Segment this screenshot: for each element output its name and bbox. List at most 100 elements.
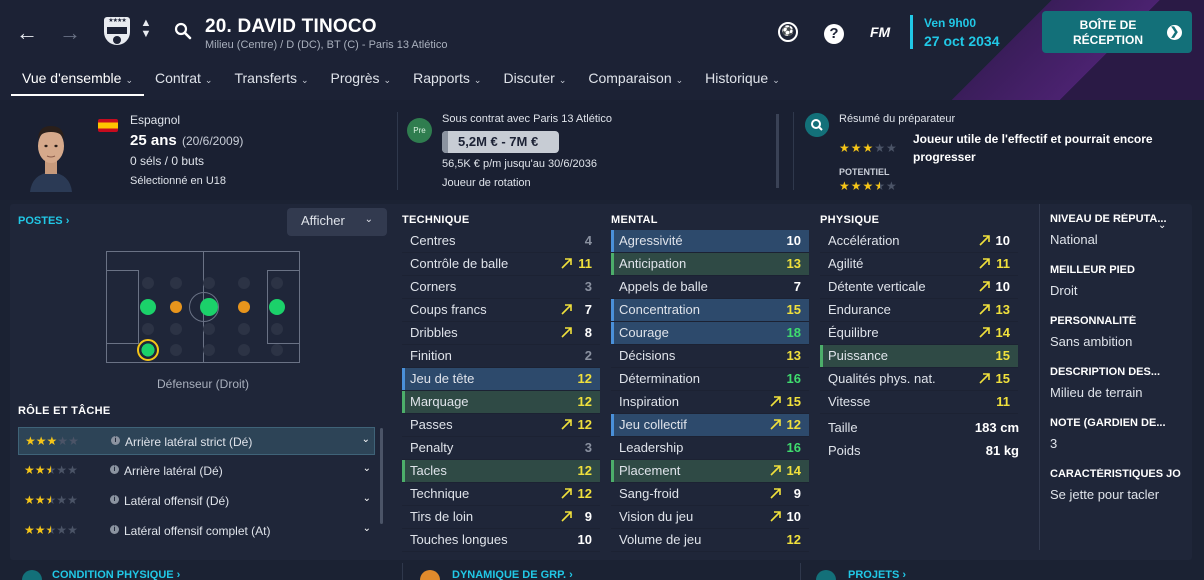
attribute-value: 14 <box>786 463 801 478</box>
tab-discuss[interactable]: Discuter ⌄ <box>492 66 577 96</box>
info-icon[interactable]: i <box>110 465 119 474</box>
attribute-row[interactable]: Contrôle de balle 11 <box>402 253 600 276</box>
contract-club: Sous contrat avec Paris 13 Atlético <box>442 113 612 125</box>
chevron-down-icon: ⌄ <box>558 75 567 85</box>
show-dropdown[interactable]: Afficher ⌄ <box>287 208 387 236</box>
attribute-value: 12 <box>577 486 592 501</box>
tab-progress[interactable]: Progrès ⌄ <box>320 66 403 96</box>
player-avatar[interactable] <box>26 116 76 192</box>
attribute-row[interactable]: Finition 2 <box>402 345 600 368</box>
attribute-row[interactable]: Détermination 16 <box>611 368 809 391</box>
tab-label: Progrès <box>330 70 380 86</box>
tab-reports[interactable]: Rapports ⌄ <box>402 66 492 96</box>
trend-arrow-icon <box>979 235 990 246</box>
attribute-row[interactable]: Touches longues 10 <box>402 529 600 552</box>
attribute-row[interactable]: Détente verticale 10 <box>820 276 1018 299</box>
trend-arrow-icon <box>770 396 781 407</box>
dynamics-link[interactable]: DYNAMIQUE DE GRP. › <box>452 569 573 580</box>
chevron-down-icon[interactable]: ⌄ <box>363 463 371 474</box>
help-icon[interactable]: ? <box>824 24 844 44</box>
attribute-row[interactable]: Coups francs 7 <box>402 299 600 322</box>
chevron-down-icon: ⌄ <box>300 75 309 85</box>
player-switch-icon[interactable]: ▲ ▼ <box>140 18 152 40</box>
attribute-value: 10 <box>995 279 1010 294</box>
attribute-name: Contrôle de balle <box>410 256 509 271</box>
role-item[interactable]: ★★★★★ i Arrière latéral strict (Dé) ⌄ <box>18 427 375 455</box>
attribute-row[interactable]: Centres 4 <box>402 230 600 253</box>
selected-position-marker[interactable] <box>137 339 159 361</box>
scout-title: Résumé du préparateur <box>839 113 956 125</box>
search-icon[interactable] <box>174 22 192 40</box>
attribute-name: Jeu collectif <box>619 417 687 432</box>
attribute-row[interactable]: Penalty 3 <box>402 437 600 460</box>
attribute-row[interactable]: Vision du jeu 10 <box>611 506 809 529</box>
attribute-row[interactable]: Placement 14 <box>611 460 809 483</box>
tab-compare[interactable]: Comparaison ⌄ <box>577 66 694 96</box>
club-badge-icon[interactable]: ★★★★ <box>104 17 130 45</box>
back-arrow-icon[interactable]: ← <box>16 22 38 44</box>
role-scrollbar[interactable] <box>380 428 383 524</box>
attribute-row[interactable]: Jeu collectif 12 <box>611 414 809 437</box>
attribute-row[interactable]: Inspiration 15 <box>611 391 809 414</box>
attribute-row[interactable]: Endurance 13 <box>820 299 1018 322</box>
attribute-row[interactable]: Agressivité 10 <box>611 230 809 253</box>
attribute-row[interactable]: Volume de jeu 12 <box>611 529 809 552</box>
info-value: Se jette pour tacler <box>1050 487 1160 502</box>
projects-link[interactable]: PROJETS › <box>848 569 906 580</box>
info-icon[interactable]: i <box>110 525 119 534</box>
condition-link[interactable]: CONDITION PHYSIQUE › <box>52 569 180 580</box>
attribute-row[interactable]: Tirs de loin 9 <box>402 506 600 529</box>
tab-label: Discuter <box>503 70 555 86</box>
attribute-row[interactable]: Décisions 13 <box>611 345 809 368</box>
attribute-value: 15 <box>786 302 801 317</box>
attribute-row[interactable]: Dribbles 8 <box>402 322 600 345</box>
attribute-row[interactable]: Concentration 15 <box>611 299 809 322</box>
info-icon[interactable]: i <box>110 495 119 504</box>
attribute-name: Coups francs <box>410 302 487 317</box>
attribute-row[interactable]: Technique 12 <box>402 483 600 506</box>
chevron-down-icon[interactable]: ⌄ <box>362 434 370 445</box>
scout-summary: Joueur utile de l'effectif et pourrait e… <box>913 132 1153 164</box>
chevron-down-icon[interactable]: ⌄ <box>363 493 371 504</box>
attribute-row[interactable]: Anticipation 13 <box>611 253 809 276</box>
chevron-down-icon: ⌄ <box>364 214 373 225</box>
chevron-down-icon[interactable]: ⌄ <box>363 523 371 534</box>
role-stars: ★★★★★ <box>24 463 78 477</box>
current-ability-stars: ★★★★★ <box>839 141 898 155</box>
attribute-row[interactable]: Accélération 10 <box>820 230 1018 253</box>
attribute-row[interactable]: Leadership 16 <box>611 437 809 460</box>
scout-report-icon[interactable] <box>805 113 829 137</box>
scroll-indicator[interactable] <box>776 114 779 188</box>
role-item[interactable]: ★★★★★ i Arrière latéral (Dé) ⌄ <box>18 457 375 485</box>
attribute-row[interactable]: Appels de balle 7 <box>611 276 809 299</box>
tab-contract[interactable]: Contrat ⌄ <box>144 66 223 96</box>
attribute-row[interactable]: Qualités phys. nat. 15 <box>820 368 1018 391</box>
globe-icon[interactable]: ⚽ <box>778 22 798 42</box>
attribute-row[interactable]: Passes 12 <box>402 414 600 437</box>
attribute-row[interactable]: Marquage 12 <box>402 391 600 414</box>
tab-transfers[interactable]: Transferts ⌄ <box>223 66 319 96</box>
attribute-row[interactable]: Corners 3 <box>402 276 600 299</box>
attribute-row[interactable]: Équilibre 14 <box>820 322 1018 345</box>
attribute-row[interactable]: Vitesse 11 <box>820 391 1018 414</box>
info-icon[interactable]: i <box>111 436 120 445</box>
position-dot <box>200 298 218 316</box>
attribute-row[interactable]: Agilité 11 <box>820 253 1018 276</box>
role-item[interactable]: ★★★★★ i Latéral offensif (Dé) ⌄ <box>18 487 375 515</box>
role-item[interactable]: ★★★★★ i Latéral offensif complet (At) ⌄ <box>18 517 375 545</box>
attribute-row[interactable]: Tacles 12 <box>402 460 600 483</box>
attribute-row[interactable]: Sang-froid 9 <box>611 483 809 506</box>
tab-history[interactable]: Historique ⌄ <box>694 66 791 96</box>
attribute-row[interactable]: Courage 18 <box>611 322 809 345</box>
inbox-button[interactable]: BOÎTE DE RÉCEPTION ❯ <box>1042 11 1192 53</box>
mental-title: MENTAL <box>611 214 658 226</box>
tab-overview[interactable]: Vue d'ensemble ⌄ <box>11 66 144 96</box>
fm-menu-button[interactable]: FM <box>870 24 890 40</box>
attribute-value: 16 <box>786 440 801 455</box>
forward-arrow-icon[interactable]: → <box>59 22 81 44</box>
attribute-row[interactable]: Puissance 15 <box>820 345 1018 368</box>
attribute-row[interactable]: Jeu de tête 12 <box>402 368 600 391</box>
positions-link[interactable]: POSTES › <box>18 215 69 227</box>
chevron-down-icon: ⌄ <box>473 75 482 85</box>
transfer-value[interactable]: 5,2M € - 7M € <box>442 131 559 153</box>
